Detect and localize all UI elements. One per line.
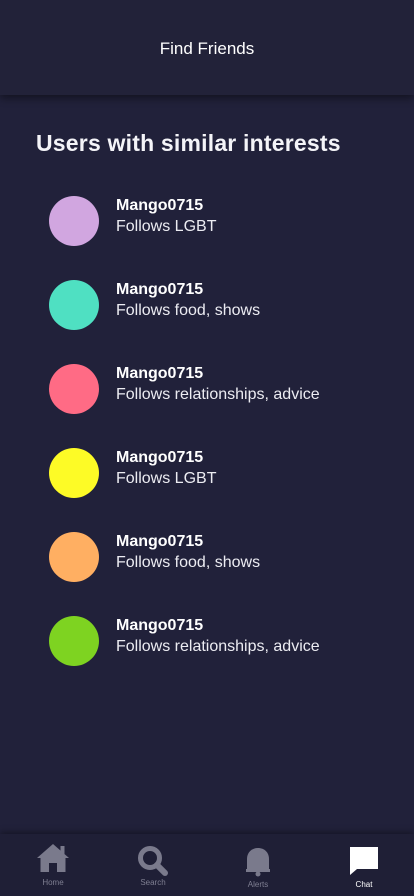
tab-chat[interactable]: Chat	[312, 834, 414, 896]
avatar[interactable]	[49, 616, 99, 666]
list-item[interactable]: Mango0715 Follows food, shows	[49, 532, 389, 582]
user-follows: Follows relationships, advice	[116, 386, 320, 403]
tab-label: Home	[42, 878, 64, 887]
page-title: Find Friends	[159, 39, 255, 58]
find-friends-screen: Find Friends Users with similar interest…	[0, 0, 414, 896]
user-name[interactable]: Mango0715	[116, 281, 203, 299]
user-name[interactable]: Mango0715	[116, 533, 203, 551]
home-icon[interactable]	[36, 842, 70, 874]
avatar[interactable]	[49, 532, 99, 582]
avatar[interactable]	[49, 280, 99, 330]
tab-label: Search	[140, 878, 166, 887]
list-item[interactable]: Mango0715 Follows food, shows	[49, 280, 389, 330]
tab-search[interactable]: Search	[101, 834, 205, 896]
tab-home[interactable]: Home	[1, 834, 105, 896]
top-bar: Find Friends	[0, 0, 414, 95]
user-follows: Follows food, shows	[116, 302, 261, 319]
user-name[interactable]: Mango0715	[116, 197, 203, 215]
user-name[interactable]: Mango0715	[116, 365, 203, 383]
list-item[interactable]: Mango0715 Follows relationships, advice	[49, 364, 389, 414]
list-item[interactable]: Mango0715 Follows relationships, advice	[49, 616, 389, 666]
bell-icon[interactable]	[245, 847, 271, 877]
tab-label: Chat	[355, 880, 373, 889]
tab-label: Alerts	[247, 880, 269, 889]
tab-alerts[interactable]: Alerts	[206, 834, 310, 896]
user-name[interactable]: Mango0715	[116, 617, 203, 635]
avatar[interactable]	[49, 364, 99, 414]
list-item[interactable]: Mango0715 Follows LGBT	[49, 196, 389, 246]
search-icon[interactable]	[137, 845, 169, 877]
user-follows: Follows LGBT	[116, 470, 217, 487]
list-item[interactable]: Mango0715 Follows LGBT	[49, 448, 389, 498]
user-follows: Follows LGBT	[116, 218, 217, 235]
avatar[interactable]	[49, 196, 99, 246]
chat-icon[interactable]	[349, 846, 379, 876]
user-follows: Follows food, shows	[116, 554, 261, 571]
section-title: Users with similar interests	[36, 130, 341, 156]
user-name[interactable]: Mango0715	[116, 449, 203, 467]
user-follows: Follows relationships, advice	[116, 638, 320, 655]
bottom-tab-bar: Home Search Alerts Chat	[0, 834, 414, 896]
avatar[interactable]	[49, 448, 99, 498]
